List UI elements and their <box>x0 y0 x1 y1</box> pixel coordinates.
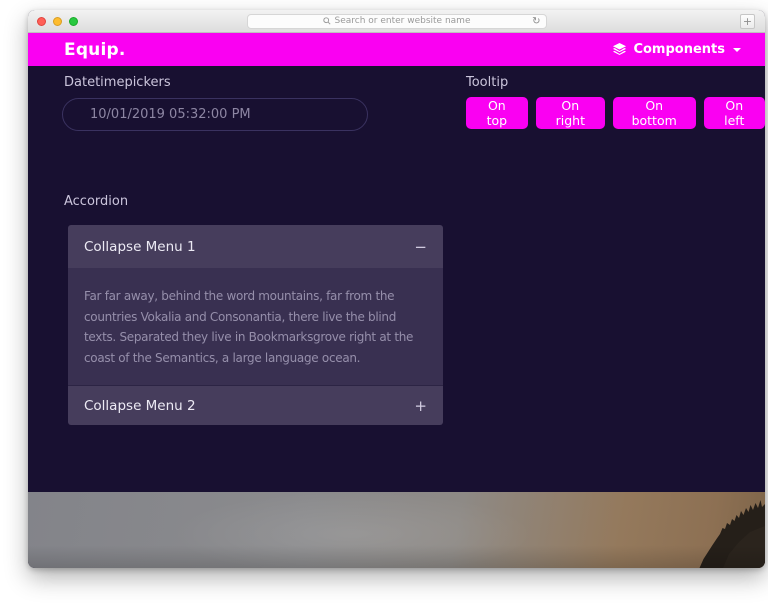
tooltip-on-left-button[interactable]: On left <box>703 97 765 129</box>
accordion-heading: Accordion <box>64 194 129 209</box>
browser-titlebar: Search or enter website name ↻ + <box>28 10 765 33</box>
new-tab-button[interactable]: + <box>740 14 755 29</box>
site-navbar: Equip. Components <box>28 33 765 66</box>
components-menu[interactable]: Components <box>612 42 741 57</box>
accordion-item-1-body: Far far away, behind the word mountains,… <box>68 268 443 385</box>
components-menu-label: Components <box>633 42 725 57</box>
cliff-silhouette <box>699 500 765 568</box>
collapse-minus-icon: − <box>414 237 427 256</box>
expand-plus-icon: + <box>414 396 427 415</box>
datetime-input[interactable] <box>62 98 368 131</box>
address-bar[interactable]: Search or enter website name ↻ <box>246 13 547 29</box>
accordion-item-2-header[interactable]: Collapse Menu 2 + <box>68 385 443 425</box>
reload-icon[interactable]: ↻ <box>532 15 540 29</box>
layers-icon <box>613 42 627 55</box>
tooltip-on-bottom-button[interactable]: On bottom <box>612 97 696 129</box>
search-icon <box>322 17 331 25</box>
tooltip-on-right-button[interactable]: On right <box>535 97 605 129</box>
accordion-item-2-title: Collapse Menu 2 <box>84 397 196 414</box>
tooltip-on-top-button[interactable]: On top <box>466 97 528 129</box>
zoom-window-button[interactable] <box>69 16 78 26</box>
close-window-button[interactable] <box>37 16 46 26</box>
window-controls <box>37 10 78 32</box>
minimize-window-button[interactable] <box>53 16 62 26</box>
browser-window: Search or enter website name ↻ + Equip. … <box>28 10 765 568</box>
caret-down-icon <box>733 47 741 52</box>
accordion: Collapse Menu 1 − Far far away, behind t… <box>68 225 443 425</box>
address-bar-placeholder: Search or enter website name <box>334 16 471 26</box>
brand-logo[interactable]: Equip. <box>64 40 126 60</box>
accordion-item-1-header[interactable]: Collapse Menu 1 − <box>68 225 443 268</box>
footer-photo <box>28 492 765 568</box>
tooltip-heading: Tooltip <box>466 75 509 90</box>
accordion-item-1-title: Collapse Menu 1 <box>84 238 196 255</box>
page-content: Datetimepickers Tooltip On top On right … <box>28 66 765 492</box>
tooltip-buttons: On top On right On bottom On left <box>466 97 765 129</box>
datetimepickers-heading: Datetimepickers <box>64 75 171 90</box>
